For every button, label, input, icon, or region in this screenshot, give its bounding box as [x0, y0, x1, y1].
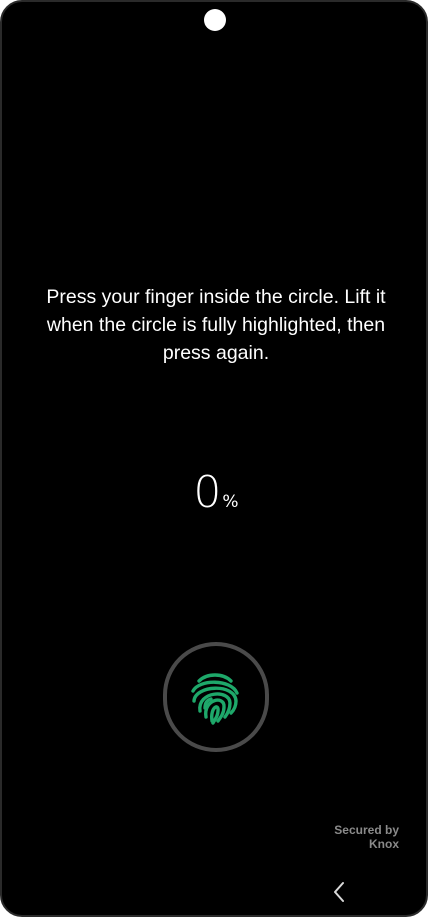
fingerprint-icon: [191, 673, 239, 725]
instruction-text: Press your finger inside the circle. Lif…: [46, 286, 386, 364]
progress-value: 0: [193, 467, 221, 518]
front-camera-cutout: [204, 9, 226, 31]
secured-by-knox: Secured by Knox: [334, 823, 399, 851]
progress-unit: %: [222, 492, 239, 512]
chevron-left-icon[interactable]: [326, 878, 352, 906]
knox-line-1: Secured by: [334, 823, 399, 837]
progress-indicator: 0%: [2, 467, 426, 518]
knox-line-2: Knox: [369, 837, 399, 851]
device-screen: Press your finger inside the circle. Lif…: [0, 0, 428, 917]
